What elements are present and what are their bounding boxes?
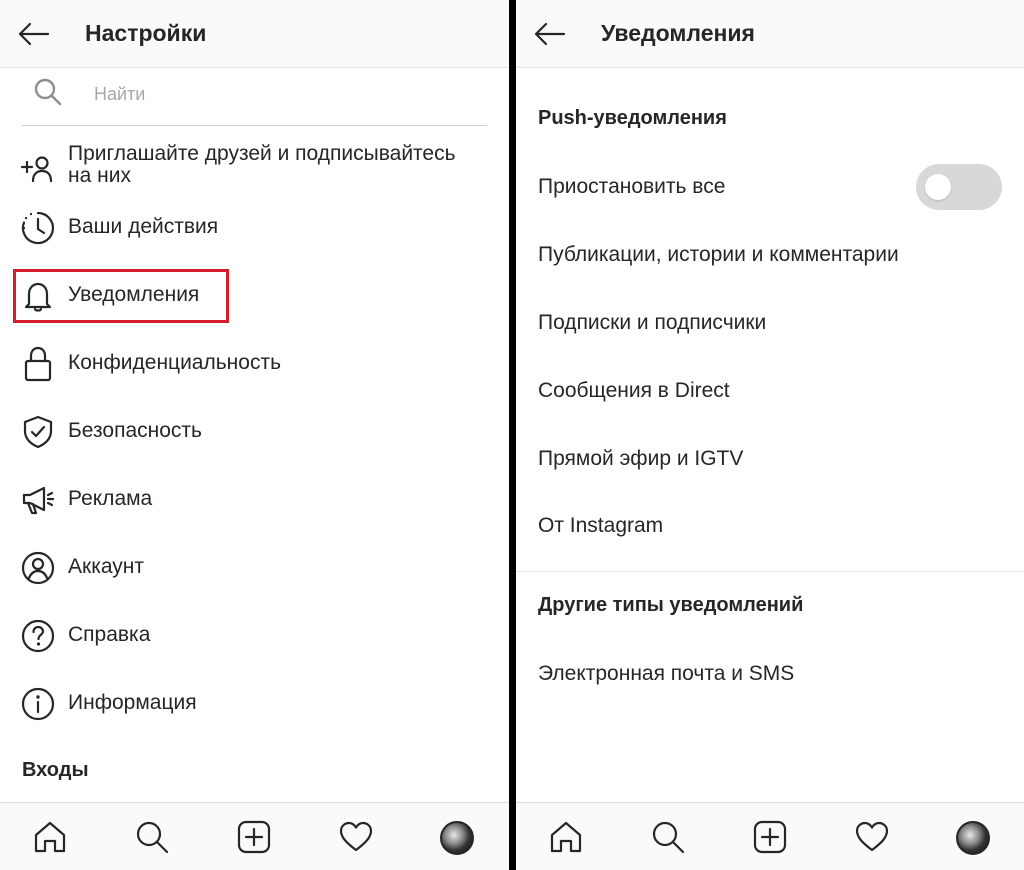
menu-item-account[interactable]: Аккаунт [0, 538, 509, 598]
bell-icon [24, 282, 52, 312]
user-circle-icon [21, 551, 55, 585]
menu-item-label: Справка [68, 623, 151, 646]
section-divider [516, 571, 1024, 572]
pause-all-toggle[interactable] [916, 164, 1002, 210]
menu-item-security[interactable]: Безопасность [0, 402, 509, 462]
back-arrow-icon[interactable] [532, 16, 568, 52]
notif-item-label: Подписки и подписчики [538, 311, 767, 334]
push-notifications-heading: Push-уведомления [538, 107, 727, 129]
settings-screen: Настройки Приглашайте друзей и подписыва… [0, 0, 509, 870]
notif-item-label: Прямой эфир и IGTV [538, 447, 744, 470]
other-notifications-heading: Другие типы уведомлений [538, 594, 804, 616]
heart-icon[interactable] [338, 819, 374, 855]
menu-item-label: Ваши действия [68, 215, 219, 238]
profile-avatar[interactable] [440, 821, 474, 855]
menu-item-your-activity[interactable]: Ваши действия [0, 198, 509, 258]
new-post-icon[interactable] [752, 819, 788, 855]
home-icon[interactable] [32, 819, 68, 855]
heart-icon[interactable] [854, 819, 890, 855]
pause-all-label: Приостановить все [538, 175, 726, 198]
notifications-screen: Уведомления Push-уведомления Приостанови… [516, 0, 1024, 870]
back-arrow-icon[interactable] [16, 16, 52, 52]
menu-item-label: Реклама [68, 487, 153, 510]
menu-item-label: Безопасность [68, 419, 202, 442]
menu-item-label: Уведомления [68, 283, 200, 306]
menu-item-invite-friends[interactable]: Приглашайте друзей и подписывайтесь на н… [0, 138, 509, 198]
notif-item-label: Публикации, истории и комментарии [538, 243, 899, 266]
add-person-icon [20, 156, 53, 183]
profile-avatar[interactable] [956, 821, 990, 855]
notif-item-direct-messages[interactable]: Сообщения в Direct [538, 363, 1008, 419]
notif-item-email-sms[interactable]: Электронная почта и SMS [538, 646, 1008, 702]
notif-item-label: Электронная почта и SMS [538, 662, 795, 685]
notifications-header: Уведомления [516, 0, 1024, 68]
notif-item-from-instagram[interactable]: От Instagram [538, 498, 1008, 554]
bottom-tab-bar [516, 802, 1024, 870]
search-icon[interactable] [650, 819, 686, 855]
megaphone-icon [22, 486, 55, 515]
search-icon [34, 78, 62, 106]
search-icon[interactable] [134, 819, 170, 855]
notif-item-live-igtv[interactable]: Прямой эфир и IGTV [538, 431, 1008, 487]
menu-item-privacy[interactable]: Конфиденциальность [0, 334, 509, 394]
activity-clock-icon [21, 211, 55, 245]
section-logins-heading: Входы [22, 759, 89, 781]
menu-item-help[interactable]: Справка [0, 606, 509, 666]
home-icon[interactable] [548, 819, 584, 855]
menu-item-label: Конфиденциальность [68, 351, 282, 374]
info-circle-icon [21, 687, 55, 721]
menu-item-ads[interactable]: Реклама [0, 470, 509, 530]
settings-header: Настройки [0, 0, 509, 68]
lock-icon [24, 346, 52, 382]
menu-item-info[interactable]: Информация [0, 674, 509, 734]
notif-item-following-followers[interactable]: Подписки и подписчики [538, 295, 1008, 351]
menu-item-label: Аккаунт [68, 555, 145, 578]
notif-item-label: От Instagram [538, 514, 664, 537]
page-title: Настройки [85, 20, 207, 46]
menu-item-label: Информация [68, 691, 197, 714]
new-post-icon[interactable] [236, 819, 272, 855]
search-input[interactable] [94, 80, 474, 108]
search-bar [22, 70, 487, 126]
page-title: Уведомления [601, 20, 755, 46]
notif-item-label: Сообщения в Direct [538, 379, 730, 402]
bottom-tab-bar [0, 802, 509, 870]
menu-item-label: Приглашайте друзей и подписывайтесь на н… [68, 142, 456, 187]
toggle-knob [925, 174, 951, 200]
notif-item-posts-stories-comments[interactable]: Публикации, истории и комментарии [538, 227, 1008, 283]
question-circle-icon [21, 619, 55, 653]
menu-item-notifications[interactable]: Уведомления [0, 266, 509, 326]
shield-check-icon [23, 415, 53, 449]
